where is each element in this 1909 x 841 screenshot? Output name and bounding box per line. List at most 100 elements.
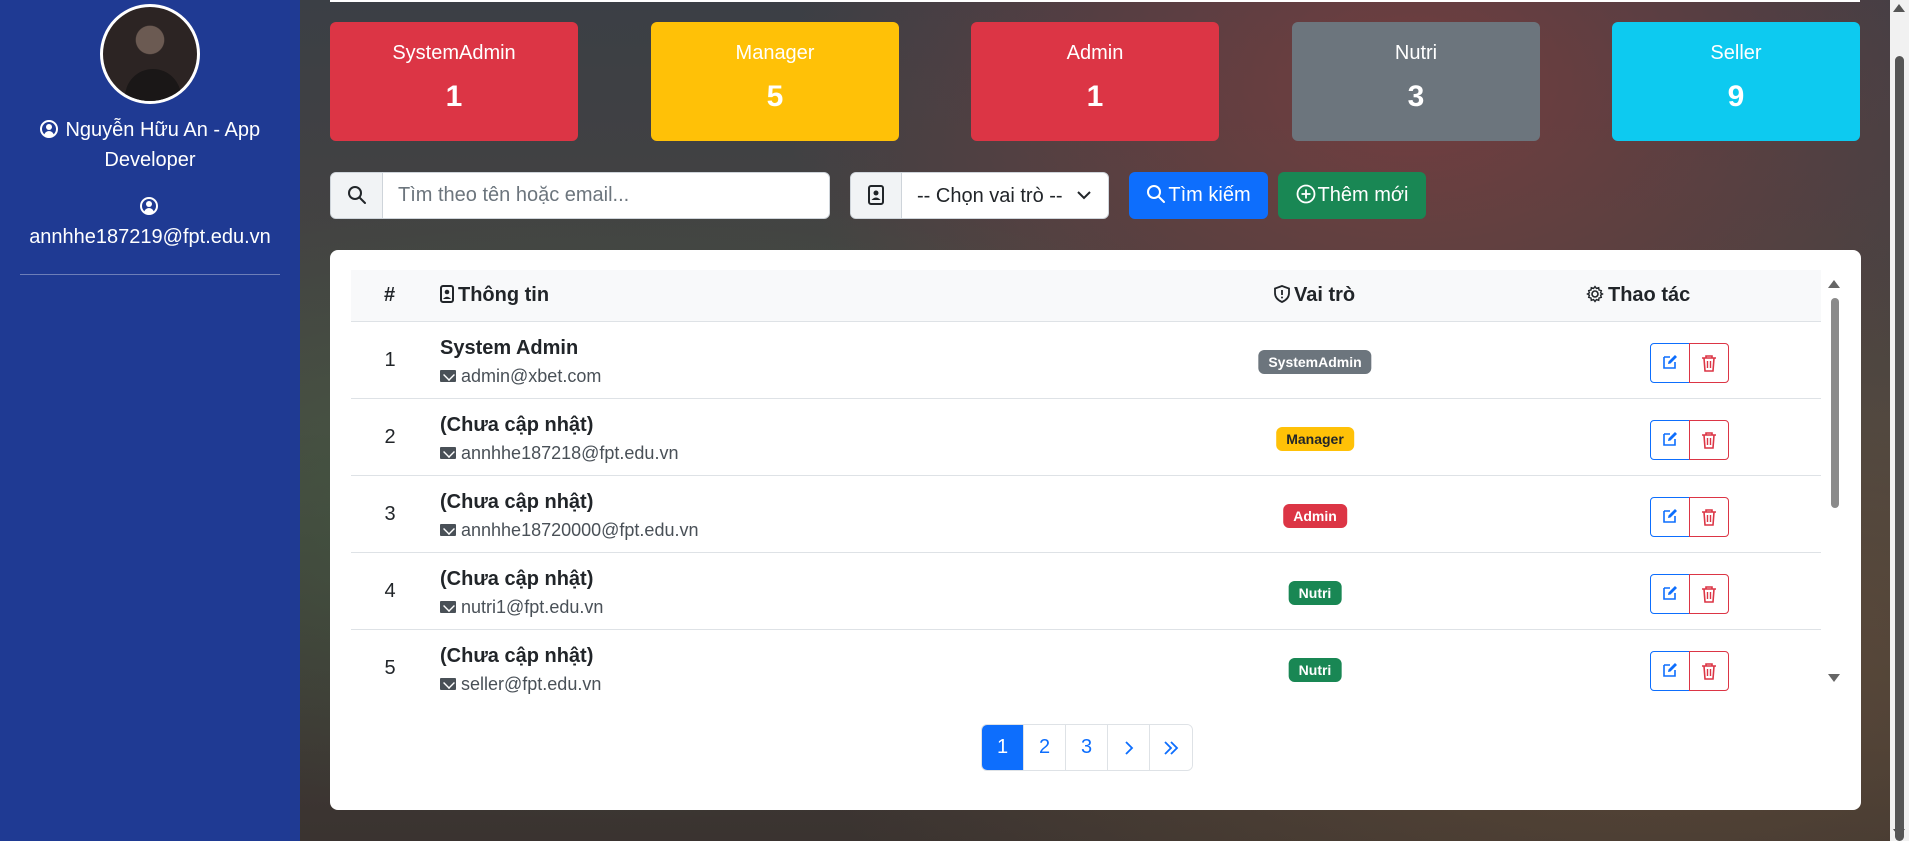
row-email-text: seller@fpt.edu.vn	[461, 674, 602, 694]
stat-card-systemadmin: SystemAdmin 1	[330, 22, 578, 141]
row-name: (Chưa cập nhật)	[440, 414, 594, 436]
edit-icon	[1663, 663, 1677, 677]
row-number: 3	[384, 503, 396, 525]
row-name: (Chưa cập nhật)	[440, 491, 594, 513]
table-scroll-up[interactable]	[1828, 280, 1840, 288]
delete-button[interactable]	[1689, 574, 1729, 614]
stat-title: Manager	[735, 42, 815, 64]
header-actions: Thao tác	[1586, 284, 1690, 307]
edit-icon	[1663, 432, 1677, 446]
delete-button[interactable]	[1689, 651, 1729, 691]
header-info: Thông tin	[440, 284, 549, 307]
table-row: 4 (Chưa cập nhật) nutri1@fpt.edu.vn Nutr…	[351, 553, 1821, 630]
search-group	[330, 172, 830, 219]
table-row: 2 (Chưa cập nhật) annhhe187218@fpt.edu.v…	[351, 399, 1821, 476]
stat-count: 3	[1407, 80, 1425, 113]
user-table-card: # Thông tin Vai trò Thao tác 1 System Ad…	[330, 250, 1861, 810]
avatar	[100, 4, 200, 104]
stat-card-seller: Seller 9	[1612, 22, 1860, 141]
row-name: System Admin	[440, 337, 579, 359]
plus-circle-icon	[1296, 184, 1315, 204]
contact-card-icon	[440, 285, 454, 303]
table-scroll-down[interactable]	[1828, 674, 1840, 682]
page-scrollbar-thumb[interactable]	[1895, 56, 1904, 841]
role-badge: Nutri	[1288, 658, 1342, 682]
delete-button[interactable]	[1689, 497, 1729, 537]
row-number: 2	[384, 426, 396, 448]
role-addon	[851, 173, 902, 218]
mail-icon	[440, 447, 456, 459]
role-select[interactable]: -- Chọn vai trò --	[850, 172, 1109, 219]
table-scrollbar-thumb[interactable]	[1831, 298, 1839, 508]
table-row: 1 System Admin admin@xbet.com SystemAdmi…	[351, 322, 1821, 399]
edit-button[interactable]	[1650, 574, 1690, 614]
header-role-label: Vai trò	[1294, 284, 1356, 306]
chevron-right-icon	[1124, 741, 1133, 755]
search-button-label: Tìm kiếm	[1168, 184, 1251, 206]
header-num: #	[384, 284, 396, 306]
row-name: (Chưa cập nhật)	[440, 568, 594, 590]
delete-button[interactable]	[1689, 420, 1729, 460]
row-name: (Chưa cập nhật)	[440, 645, 594, 667]
sidebar-divider	[20, 274, 280, 275]
add-new-button[interactable]: Thêm mới	[1278, 172, 1426, 219]
edit-button[interactable]	[1650, 343, 1690, 383]
stat-count: 9	[1727, 80, 1745, 113]
mail-icon	[440, 370, 456, 382]
user-circle-icon	[140, 197, 158, 215]
search-addon	[331, 173, 383, 218]
header-actions-label: Thao tác	[1608, 284, 1691, 306]
search-icon	[1147, 185, 1166, 203]
page-scroll-up[interactable]	[1893, 4, 1905, 12]
pagination: 1 2 3	[981, 724, 1193, 771]
header-info-label: Thông tin	[458, 284, 550, 306]
mail-icon	[440, 601, 456, 613]
next-page-button[interactable]	[1108, 725, 1150, 770]
role-badge: SystemAdmin	[1258, 350, 1372, 374]
row-email: nutri1@fpt.edu.vn	[440, 597, 603, 618]
edit-button[interactable]	[1650, 497, 1690, 537]
stat-count: 5	[766, 80, 784, 113]
page-scroll-down[interactable]	[1893, 829, 1905, 837]
row-number: 1	[384, 349, 396, 371]
shield-icon	[1274, 285, 1290, 303]
page-1-button[interactable]: 1	[982, 725, 1024, 770]
row-email-text: nutri1@fpt.edu.vn	[461, 597, 604, 617]
search-input[interactable]	[383, 173, 829, 218]
last-page-button[interactable]	[1150, 725, 1192, 770]
stat-title: SystemAdmin	[392, 42, 516, 64]
mail-icon	[440, 524, 456, 536]
row-email: annhhe18720000@fpt.edu.vn	[440, 520, 698, 541]
page-3-button[interactable]: 3	[1066, 725, 1108, 770]
user-circle-icon	[39, 120, 58, 138]
add-new-button-label: Thêm mới	[1317, 184, 1409, 206]
row-email-text: annhhe187218@fpt.edu.vn	[461, 443, 679, 463]
page-2-button[interactable]: 2	[1024, 725, 1066, 770]
user-name-text: Nguyễn Hữu An - App Developer	[65, 119, 261, 171]
edit-button[interactable]	[1650, 420, 1690, 460]
sidebar-user-name: Nguyễn Hữu An - App Developer	[10, 115, 290, 175]
trash-icon	[1702, 355, 1716, 372]
search-button[interactable]: Tìm kiếm	[1129, 172, 1268, 219]
stat-count: 1	[1086, 80, 1104, 113]
edit-icon	[1663, 509, 1677, 523]
table-row: 5 (Chưa cập nhật) seller@fpt.edu.vn Nutr…	[351, 630, 1821, 707]
contact-card-icon	[868, 185, 884, 205]
trash-icon	[1702, 586, 1716, 603]
edit-button[interactable]	[1650, 651, 1690, 691]
top-strip	[330, 0, 1860, 2]
stat-title: Nutri	[1394, 42, 1438, 64]
stat-card-admin: Admin 1	[971, 22, 1219, 141]
table-header: # Thông tin Vai trò Thao tác	[351, 270, 1821, 322]
email-user-icon-wrap	[0, 197, 300, 218]
delete-button[interactable]	[1689, 343, 1729, 383]
mail-icon	[440, 678, 456, 690]
header-role: Vai trò	[1274, 284, 1355, 307]
role-badge: Manager	[1276, 427, 1354, 451]
trash-icon	[1702, 663, 1716, 680]
edit-icon	[1663, 586, 1677, 600]
row-email-text: annhhe18720000@fpt.edu.vn	[461, 520, 699, 540]
gear-icon	[1586, 285, 1604, 303]
chevrons-right-icon	[1164, 741, 1179, 755]
role-select-value: -- Chọn vai trò --	[917, 185, 1063, 207]
